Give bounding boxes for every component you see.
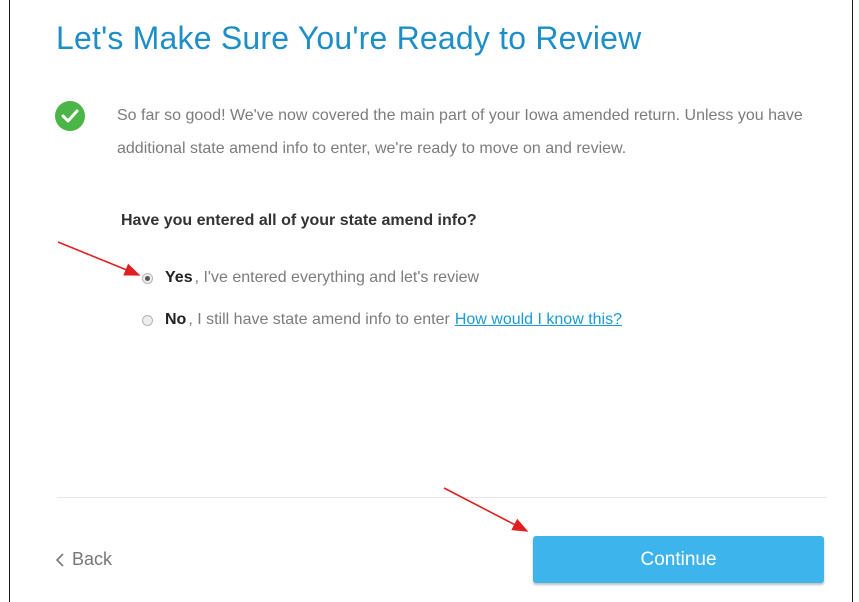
annotation-arrow-yes <box>57 241 141 276</box>
annotation-arrow-continue <box>443 487 529 532</box>
annotation-arrows <box>57 241 529 532</box>
